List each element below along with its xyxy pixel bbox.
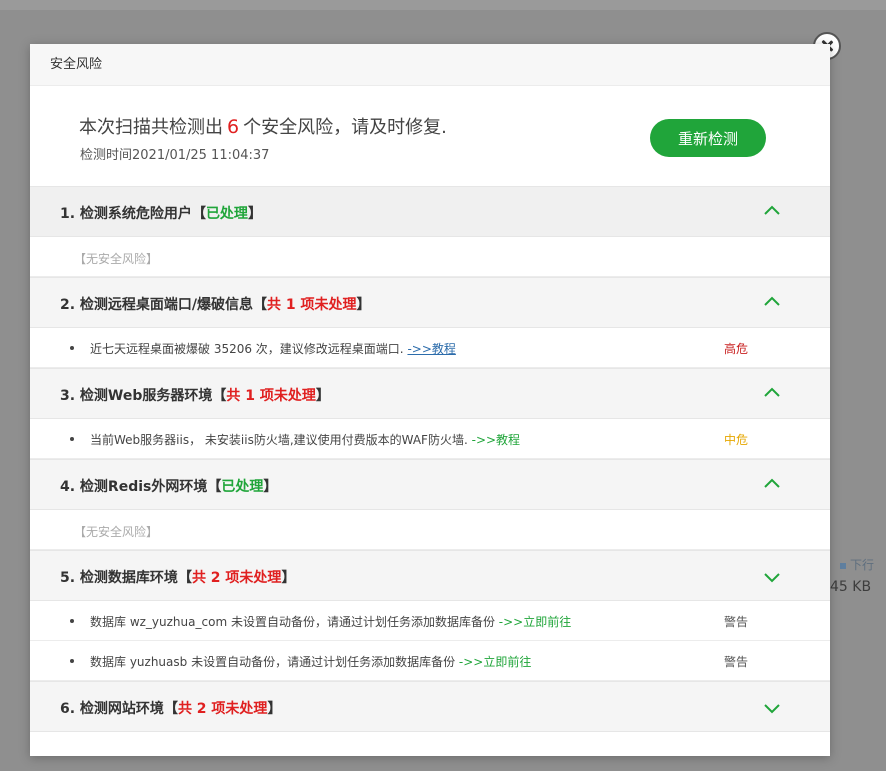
bullet-icon [70,437,74,441]
chevron-up-icon[interactable] [764,387,780,403]
section-title-text: 5. 检测数据库环境 [60,570,178,586]
go-now-link[interactable]: ->>立即前往 [499,615,571,629]
section-status: 已处理 [221,479,264,495]
section-title: 5. 检测数据库环境【共 2 项未处理】 [60,570,296,586]
section-title-text: 2. 检测远程桌面端口/爆破信息 [60,297,254,313]
go-now-link[interactable]: ->>立即前往 [459,655,531,669]
chevron-up-icon[interactable] [764,296,780,312]
no-risk-text: 【无安全风险】 [74,525,159,539]
section-status: 共 2 项未处理 [177,701,268,717]
background-top-bar [0,0,886,10]
list-item: 数据库 wz_yuzhua_com 未设置自动备份，请通过计划任务添加数据库备份… [30,601,830,641]
chevron-up-icon[interactable] [764,478,780,494]
risk-level: 中危 [724,433,749,447]
list-item: 【无安全风险】 [30,510,830,550]
security-risk-dialog: 安全风险 本次扫描共检测出 6 个安全风险，请及时修复. 检测时间2021/01/2… [30,44,830,756]
risk-count: 6 [227,116,240,138]
summary-prefix: 本次扫描共检测出 [79,117,223,138]
section-title: 4. 检测Redis外网环境【已处理】 [60,479,278,495]
list-item: 当前Web服务器iis， 未安装iis防火墙,建议使用付费版本的WAF防火墙. … [30,419,830,459]
section-title-text: 4. 检测Redis外网环境 [60,479,208,495]
bullet-icon [70,659,74,663]
bullet-icon [70,619,74,623]
risk-description: 近七天远程桌面被爆破 35206 次，建议修改远程桌面端口. ->>教程 [90,342,456,356]
background-speed-label: 下行 [840,556,874,573]
risk-description: 数据库 yuzhuasb 未设置自动备份，请通过计划任务添加数据库备份 ->>立… [90,655,532,669]
list-item: 数据库 yuzhuasb 未设置自动备份，请通过计划任务添加数据库备份 ->>立… [30,641,830,681]
bullet-icon [70,346,74,350]
risk-level: 高危 [724,342,749,356]
rescan-button[interactable]: 重新检测 [650,119,766,157]
risk-level: 警告 [724,615,749,629]
section-status: 共 1 项未处理 [226,388,316,404]
section-title-text: 3. 检测Web服务器环境 [60,388,213,404]
chevron-up-icon[interactable] [764,205,780,221]
section-status: 已处理 [205,206,248,222]
section-title-text: 6. 检测网站环境 [60,701,164,717]
no-risk-text: 【无安全风险】 [74,252,159,266]
dialog-title: 安全风险 [30,44,830,86]
risk-level: 警告 [724,655,749,669]
section-title: 2. 检测远程桌面端口/爆破信息【共 1 项未处理】 [60,297,371,313]
section-title-text: 1. 检测系统危险用户 [60,206,192,222]
section-header-remote-desktop[interactable]: 2. 检测远程桌面端口/爆破信息【共 1 项未处理】 [30,277,830,328]
legend-dot-icon [840,562,846,569]
scan-time: 检测时间2021/01/25 11:04:37 [80,148,270,163]
section-title: 3. 检测Web服务器环境【共 1 项未处理】 [60,388,330,404]
section-header-redis[interactable]: 4. 检测Redis外网环境【已处理】 [30,459,830,510]
chevron-down-icon[interactable] [764,573,780,589]
chevron-down-icon[interactable] [764,704,780,720]
section-title: 6. 检测网站环境【共 2 项未处理】 [60,701,282,717]
section-title: 1. 检测系统危险用户【已处理】 [60,206,262,222]
tutorial-link[interactable]: ->>教程 [472,433,520,447]
risk-description: 数据库 wz_yuzhua_com 未设置自动备份，请通过计划任务添加数据库备份… [90,615,572,629]
list-item: 近七天远程桌面被爆破 35206 次，建议修改远程桌面端口. ->>教程 高危 [30,328,830,368]
section-status: 共 1 项未处理 [267,297,357,313]
section-header-website[interactable]: 6. 检测网站环境【共 2 项未处理】 [30,681,830,732]
background-speed-value: 45 KB [830,579,872,595]
list-item: 【无安全风险】 [30,237,830,277]
risk-description: 当前Web服务器iis， 未安装iis防火墙,建议使用付费版本的WAF防火墙. … [90,433,521,447]
summary-suffix: 个安全风险，请及时修复. [243,117,447,138]
summary-text: 本次扫描共检测出 6 个安全风险，请及时修复. [79,113,447,139]
section-header-web-server[interactable]: 3. 检测Web服务器环境【共 1 项未处理】 [30,368,830,419]
section-header-database[interactable]: 5. 检测数据库环境【共 2 项未处理】 [30,550,830,601]
tutorial-link[interactable]: ->>教程 [407,342,455,356]
section-status: 共 2 项未处理 [191,570,282,586]
section-header-system-users[interactable]: 1. 检测系统危险用户【已处理】 [30,186,830,237]
scan-summary: 本次扫描共检测出 6 个安全风险，请及时修复. 检测时间2021/01/25 11:… [30,86,830,186]
